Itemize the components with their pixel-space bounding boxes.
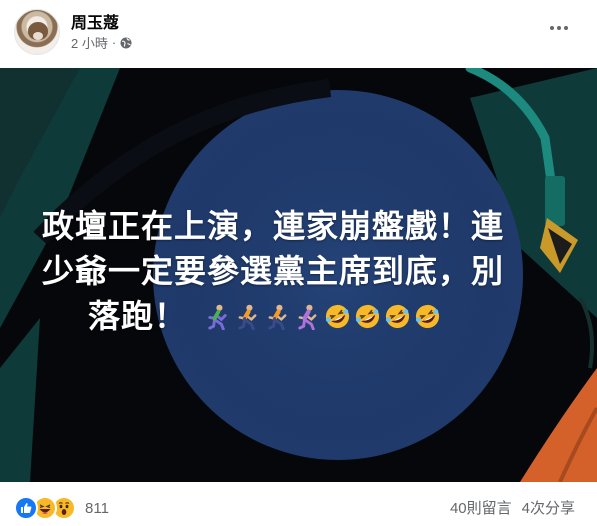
more-options-icon[interactable] <box>541 18 577 38</box>
post-image[interactable]: 政壇正在上演，連家崩盤戲！連 少爺一定要參選黨主席到底，別 落跑！ <box>0 68 597 482</box>
reaction-count[interactable]: 811 <box>85 500 109 517</box>
dot <box>557 26 561 30</box>
rofl-icon <box>385 304 410 329</box>
rofl-icon <box>325 304 350 329</box>
comments-count[interactable]: 40則留言 <box>450 497 512 518</box>
image-text-line-3: 落跑！ <box>88 294 441 339</box>
post-header: 周玉蔻 2 小時 · <box>0 0 597 68</box>
post-meta: 2 小時 · <box>71 33 132 52</box>
image-text-line-3-text: 落跑！ <box>88 298 188 334</box>
dot <box>564 26 568 30</box>
avatar-dog-snout <box>33 32 43 40</box>
person-running-icon <box>238 304 257 330</box>
post-footer: 811 40則留言 4次分享 <box>0 482 597 526</box>
person-running-icon <box>268 304 287 330</box>
author-avatar[interactable] <box>14 9 60 55</box>
meta-separator: · <box>111 35 117 50</box>
person-running-icon <box>298 304 317 330</box>
post-time[interactable]: 2 小時 <box>71 33 108 52</box>
person-running-icon <box>208 304 227 330</box>
like-icon <box>14 496 38 520</box>
rofl-icon <box>355 304 380 329</box>
image-text-line-2: 少爺一定要參選黨主席到底，別 <box>42 253 505 289</box>
image-text-line-1: 政壇正在上演，連家崩盤戲！連 <box>42 208 505 244</box>
author-name[interactable]: 周玉蔻 <box>71 9 119 33</box>
globe-icon[interactable] <box>120 37 132 49</box>
shares-count[interactable]: 4次分享 <box>522 497 575 518</box>
reaction-summary[interactable]: 811 <box>14 496 109 520</box>
dot <box>550 26 554 30</box>
rofl-icon <box>415 304 440 329</box>
engagement-counts: 40則留言 4次分享 <box>450 497 575 518</box>
